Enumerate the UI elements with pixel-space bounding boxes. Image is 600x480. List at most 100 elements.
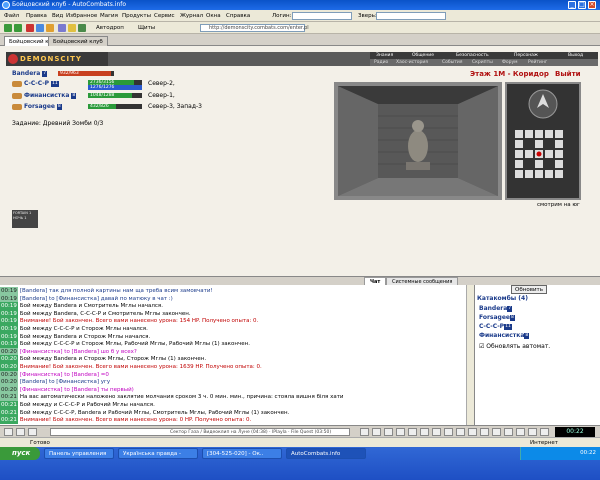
chat-log: 00:19 [Bandera] так для полной картины на…	[0, 285, 474, 425]
game-clock: 00:22	[555, 427, 595, 437]
message-text: На вас автоматически наложено заклятие м…	[19, 394, 344, 401]
nav-chaos-history[interactable]: Хаос-история	[396, 59, 428, 66]
quest-text: Задание: Древний Зомби 0/3	[12, 120, 104, 127]
action-icon[interactable]	[528, 428, 537, 436]
title-bar: Бойцовский клуб - AutoCombats.info _ □ ×	[0, 0, 600, 10]
auto-refresh-checkbox[interactable]: ☑ Обновлять автомат.	[479, 343, 550, 351]
nav-security[interactable]: Безопасность	[456, 52, 489, 59]
taskbar-item[interactable]: Українська правда -	[118, 448, 198, 459]
nav-character[interactable]: Персонаж	[514, 52, 538, 59]
nav-radio[interactable]: Радио	[374, 59, 388, 66]
login-field[interactable]	[292, 12, 352, 20]
location-title: Этаж 1М - Коридор	[470, 70, 549, 78]
location-members-panel: Обновить Катакомбы (4) Bandera7 Forsagee…	[474, 285, 600, 425]
nav-scripts[interactable]: Скрипты	[472, 59, 493, 66]
taskbar-item[interactable]: AutoCombats.info	[286, 448, 366, 459]
action-icon[interactable]	[504, 428, 513, 436]
action-icon[interactable]	[540, 428, 549, 436]
list-item[interactable]: Bandera7	[479, 305, 513, 313]
menu-magic[interactable]: Магия	[100, 10, 118, 22]
close-button[interactable]: ×	[588, 1, 596, 9]
autodrop-button[interactable]: Автодроп	[96, 22, 124, 34]
nav-forum[interactable]: Форум	[502, 59, 518, 66]
menu-edit[interactable]: Правка	[26, 10, 47, 22]
start-button[interactable]: пуск	[0, 447, 40, 460]
search-icon[interactable]	[58, 24, 66, 32]
nav-knowledge[interactable]: Знания	[376, 52, 393, 59]
message-text: Внимание! Бой закончен. Всего вами нанес…	[19, 364, 262, 370]
menu-favorites[interactable]: Избранное	[66, 10, 97, 22]
action-icon[interactable]	[396, 428, 405, 436]
menu-service[interactable]: Сервис	[154, 10, 175, 22]
list-item[interactable]: Forsagee8	[479, 314, 515, 322]
list-item[interactable]: С-С-С-Р11	[479, 323, 512, 331]
beast-field[interactable]	[376, 12, 446, 20]
message-text: Бой между Bandera и Сторож Мглы, Сторож …	[19, 356, 207, 363]
site-subnav: Радио Хаос-история События Скрипты Форум…	[370, 59, 598, 66]
action-icon[interactable]	[468, 428, 477, 436]
list-item[interactable]: Финансистка8	[479, 332, 530, 340]
member-location: Север-2,	[148, 80, 175, 87]
maximize-button[interactable]: □	[578, 1, 586, 9]
favorites-icon[interactable]	[68, 24, 76, 32]
smiley-icon[interactable]	[16, 428, 25, 436]
nav-rating[interactable]: Рейтинг	[528, 59, 547, 66]
message-time[interactable]: 00:21	[0, 416, 18, 425]
minimize-button[interactable]: _	[568, 1, 576, 9]
minimap[interactable]	[505, 82, 581, 200]
action-icon[interactable]	[444, 428, 453, 436]
menu-windows[interactable]: Окна	[206, 10, 221, 22]
menu-view[interactable]: Вид	[52, 10, 63, 22]
tab-fight-club-2[interactable]: Бойцовский клуб	[48, 36, 108, 46]
stop-icon[interactable]	[26, 24, 34, 32]
action-icon[interactable]	[408, 428, 417, 436]
team-member: С-С-С-Р 11	[12, 80, 92, 88]
menu-products[interactable]: Продукты	[122, 10, 151, 22]
team-member: Forsagee 8	[12, 103, 92, 111]
nav-events[interactable]: События	[442, 59, 462, 66]
menu-help[interactable]: Справка	[226, 10, 250, 22]
home-icon[interactable]	[46, 24, 54, 32]
forward-icon[interactable]	[14, 24, 22, 32]
shields-button[interactable]: Щиты	[138, 22, 155, 34]
system-tray: 00:22	[520, 447, 600, 460]
nav-communication[interactable]: Общение	[412, 52, 434, 59]
history-icon[interactable]	[78, 24, 86, 32]
address-bar[interactable]: http://demonscity.combats.com/enter.pl	[200, 24, 309, 32]
message-text: Бой между С-С-С-Р и Сторож Мглы, Рабочий…	[19, 341, 250, 348]
player-info: Bandera 7	[12, 70, 48, 78]
chat-scrollbar[interactable]	[466, 285, 474, 425]
exit-link[interactable]: Выйти	[555, 70, 581, 78]
taskbar-item[interactable]: [304-525-020] - Ок..	[202, 448, 282, 459]
action-icon[interactable]	[480, 428, 489, 436]
player-name[interactable]: Bandera	[12, 70, 40, 77]
send-icon[interactable]	[28, 428, 37, 436]
action-icon[interactable]	[420, 428, 429, 436]
status-box: FORTAIN 1 НОЧЬ 1	[12, 210, 38, 228]
nav-exit[interactable]: Выход	[568, 52, 583, 59]
message-text: [Bandera] так для полной картины нам ща …	[19, 288, 213, 294]
action-icon[interactable]	[516, 428, 525, 436]
dungeon-view[interactable]	[334, 82, 502, 200]
refresh-button[interactable]: Обновить	[511, 285, 547, 294]
chat-tabs: Чат Системные сообщения	[0, 276, 600, 286]
refresh-icon[interactable]	[36, 24, 44, 32]
menu-journal[interactable]: Журнал	[180, 10, 203, 22]
action-icon[interactable]	[384, 428, 393, 436]
menu-bar: Файл Правка Вид Избранное Магия Продукты…	[0, 10, 600, 22]
message-text: Бой между Bandera, С-С-С-Р и Смотритель …	[19, 310, 191, 317]
site-nav: Знания Общение Безопасность Персонаж Вых…	[370, 52, 598, 59]
action-icon[interactable]	[456, 428, 465, 436]
corridor-image	[338, 86, 498, 196]
action-icon[interactable]	[432, 428, 441, 436]
action-icon[interactable]	[360, 428, 369, 436]
message-text: Бой между Bandera и Сторож Мглы начался.	[19, 333, 151, 340]
action-icon[interactable]	[492, 428, 501, 436]
back-icon[interactable]	[4, 24, 12, 32]
taskbar-item[interactable]: Панель управления	[44, 448, 114, 459]
menu-file[interactable]: Файл	[4, 10, 19, 22]
message-text: Внимание! Бой закончен. Всего вами нанес…	[19, 417, 252, 424]
chat-button-icon[interactable]	[4, 428, 13, 436]
party-icon	[12, 93, 22, 99]
action-icon[interactable]	[372, 428, 381, 436]
